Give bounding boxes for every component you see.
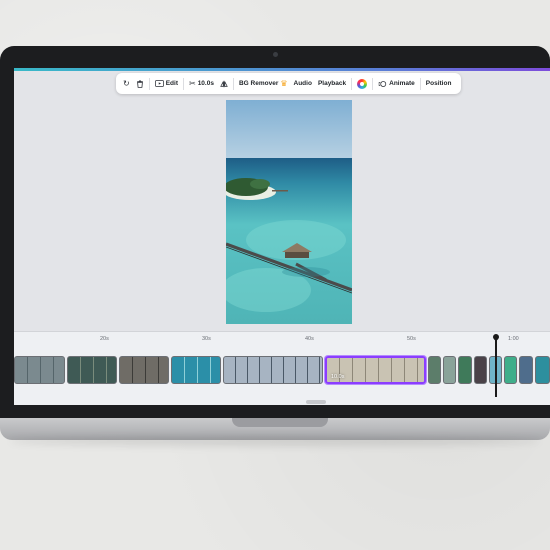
audio-label: Audio	[293, 80, 312, 87]
webcam	[273, 52, 278, 57]
timeline-ruler[interactable]: 20s 30s 40s 50s 1:00	[14, 332, 550, 346]
timeline-clip[interactable]	[474, 356, 487, 384]
timeline-clip[interactable]	[504, 356, 517, 384]
edit-label: Edit	[165, 80, 178, 87]
timeline-clip[interactable]	[67, 356, 117, 384]
edit-button[interactable]: Edit	[152, 73, 181, 94]
toolbar-divider	[232, 77, 234, 90]
animate-label: Animate	[389, 80, 415, 87]
timeline-clip[interactable]	[458, 356, 472, 384]
video-preview[interactable]	[226, 100, 352, 324]
timeline-clip[interactable]	[535, 356, 550, 384]
delete-button[interactable]	[133, 73, 147, 94]
timeline-clip-selected[interactable]: 10.0s	[325, 356, 426, 384]
ruler-label-1-00: 1:00	[508, 336, 519, 342]
timeline-clip[interactable]	[171, 356, 221, 384]
toolbar-divider	[182, 77, 184, 90]
laptop: ↻ Edit ✂ 10.0s BG Remover ♛ Audio Playba…	[0, 46, 550, 418]
timeline-scrollbar[interactable]	[306, 400, 326, 404]
screen: ↻ Edit ✂ 10.0s BG Remover ♛ Audio Playba…	[14, 68, 550, 405]
audio-button[interactable]: Audio	[291, 73, 315, 94]
split-button[interactable]: ✂ 10.0s	[186, 73, 217, 94]
replace-button[interactable]: ↻	[120, 73, 133, 94]
position-label: Position	[425, 80, 452, 87]
timeline-clip[interactable]	[428, 356, 441, 384]
scissors-icon: ✂	[188, 78, 196, 88]
refresh-icon: ↻	[123, 78, 130, 88]
clip-track: 10.0s	[14, 356, 550, 384]
timeline-clip[interactable]	[223, 356, 323, 384]
crown-icon: ♛	[280, 79, 288, 88]
ruler-label-40s: 40s	[305, 336, 314, 342]
timeline-clip[interactable]	[519, 356, 533, 384]
timeline-clip[interactable]	[119, 356, 169, 384]
trash-icon	[136, 79, 143, 88]
video-edit-icon	[154, 80, 164, 87]
video-toolbar: ↻ Edit ✂ 10.0s BG Remover ♛ Audio Playba…	[116, 73, 461, 94]
toolbar-divider	[351, 77, 353, 90]
playhead[interactable]	[491, 332, 500, 397]
toolbar-divider	[372, 77, 374, 90]
timeline-clip[interactable]	[443, 356, 456, 384]
ruler-label-20s: 20s	[100, 336, 109, 342]
timeline-clip[interactable]	[14, 356, 65, 384]
flip-button[interactable]	[217, 73, 231, 94]
position-button[interactable]: Position	[423, 73, 455, 94]
bg-remover-button[interactable]: BG Remover ♛	[236, 73, 291, 94]
bg-remover-label: BG Remover	[238, 80, 279, 87]
toolbar-divider	[419, 77, 421, 90]
editor-top-bar	[14, 68, 550, 71]
color-button[interactable]	[354, 73, 370, 94]
playback-label: Playback	[317, 80, 347, 87]
animate-icon	[378, 80, 387, 87]
tropical-pier-video-frame	[226, 100, 352, 324]
playback-button[interactable]: Playback	[315, 73, 349, 94]
ruler-label-30s: 30s	[202, 336, 211, 342]
laptop-notch	[232, 418, 328, 427]
flip-icon	[220, 80, 228, 87]
timeline[interactable]: 20s 30s 40s 50s 1:00 10.0s	[14, 331, 550, 405]
clip-duration-label: 10.0s	[331, 374, 345, 380]
toolbar-divider	[148, 77, 150, 90]
laptop-shadow	[10, 436, 540, 446]
ruler-label-50s: 50s	[407, 336, 416, 342]
color-wheel-icon	[357, 78, 368, 89]
duration-label: 10.0s	[197, 80, 214, 87]
animate-button[interactable]: Animate	[375, 73, 418, 94]
